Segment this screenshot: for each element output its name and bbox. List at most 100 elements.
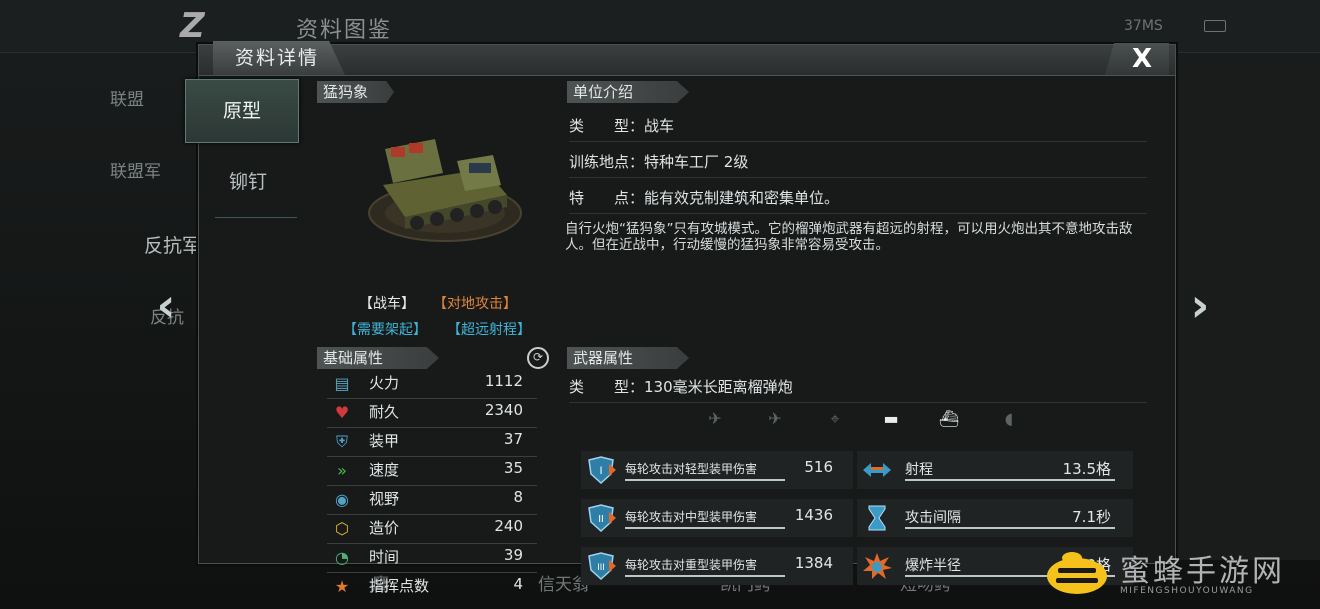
prop-underline	[905, 527, 1115, 529]
weapon-type-row: 类 型：130毫米长距离榴弹炮	[569, 372, 1147, 403]
training-place-value: 特种车工厂 2级	[644, 153, 749, 171]
feature-value: 能有效克制建筑和密集单位。	[644, 189, 840, 207]
shield-icon: ⛨	[335, 432, 348, 451]
stat-name: 速度	[369, 461, 400, 479]
unit-intro-header: 单位介绍	[567, 81, 689, 103]
damage-row-heavy: III 每轮攻击对重型装甲伤害 1384	[581, 547, 853, 585]
damage-underline	[625, 479, 785, 481]
sidebar-item-alliance-army[interactable]: 联盟军	[110, 152, 200, 192]
range-arrows-icon	[863, 463, 891, 477]
stat-row-vision: ◉ 视野 8	[327, 485, 537, 515]
unit-description: 自行火炮“猛犸象”只有攻城模式。它的榴弹炮武器有超远的射程，可以用火炮出其不意地…	[565, 221, 1133, 253]
stat-row-cost: ⬡ 造价 240	[327, 514, 537, 544]
next-arrow-icon[interactable]: ›	[1180, 280, 1220, 330]
ship-icon: ⛴	[938, 409, 960, 428]
tab-rivet[interactable]: 铆钉	[199, 151, 297, 213]
damage-row-light: I 每轮攻击对轻型装甲伤害 516	[581, 451, 853, 489]
svg-text:II: II	[598, 514, 604, 525]
svg-text:III: III	[597, 562, 605, 572]
stat-row-speed: » 速度 35	[327, 456, 537, 486]
helicopter-icon: ⌖	[830, 409, 840, 428]
unit-type-value: 战车	[644, 117, 675, 135]
battery-icon	[1204, 20, 1226, 32]
prop-row-interval: 攻击间隔 7.1秒	[857, 499, 1133, 537]
tag-deploy: 【需要架起】	[343, 322, 427, 338]
unit-type-label: 类 型：	[569, 117, 645, 135]
refresh-icon[interactable]: ⟳	[527, 347, 549, 369]
medium-armor-shield-icon: II	[588, 504, 616, 532]
fighter-jet-icon: ✈	[708, 409, 722, 428]
close-button[interactable]: X	[1105, 43, 1169, 75]
info-panel: 单位介绍 类 型：战车 训练地点：特种车工厂 2级 特 点：能有效克制建筑和密集…	[565, 79, 1169, 585]
prop-underline	[905, 479, 1115, 481]
prop-label: 攻击间隔	[905, 510, 961, 526]
watermark-subtext: MIFENGSHOUYOUWANG	[1120, 586, 1254, 596]
hourglass-icon	[868, 505, 886, 531]
prop-row-range: 射程 13.5格	[857, 451, 1133, 489]
prop-label: 射程	[905, 462, 933, 478]
unit-name: 猛犸象	[317, 81, 395, 103]
tab-divider	[215, 217, 297, 218]
screen-title: 资料图鉴	[296, 18, 393, 43]
bomber-icon: ✈	[768, 409, 782, 428]
stat-value: 2340	[484, 401, 523, 419]
chevrons-icon: »	[337, 461, 347, 480]
damage-value: 1436	[794, 506, 833, 524]
cube-icon: ⬡	[335, 519, 349, 538]
detail-dialog: 资料详情 X 原型 铆钉 猛犸象 【战车】 【对地攻击】 【需要架起】 【超远射…	[185, 41, 1176, 596]
explosion-icon	[863, 553, 892, 579]
tank-icon: ▬	[883, 409, 899, 428]
feature-label: 特 点：	[569, 189, 645, 207]
damage-underline	[625, 575, 785, 577]
dialog-titlebar: 资料详情 X	[199, 41, 1175, 76]
training-place-row: 训练地点：特种车工厂 2级	[569, 147, 1147, 178]
base-stats-header: 基础属性	[317, 347, 439, 369]
tag-long-range: 【超远射程】	[447, 322, 531, 338]
submarine-icon: ◖	[1004, 409, 1014, 428]
stat-value: 39	[503, 546, 523, 564]
stat-row-time: ◔ 时间 39	[327, 543, 537, 573]
stat-row-armor: ⛨ 装甲 37	[327, 427, 537, 457]
stat-value: 4	[513, 575, 523, 593]
stat-value: 35	[503, 459, 523, 477]
game-logo: Z	[180, 6, 205, 46]
unit-panel: 猛犸象 【战车】 【对地攻击】 【需要架起】 【超远射程】 基础属性 ⟳ ▤ 火…	[313, 79, 565, 596]
unit-type-row: 类 型：战车	[569, 111, 1147, 142]
target-icons: ✈ ✈ ⌖ ▬ ⛴ ◖	[695, 407, 1035, 433]
heart-icon: ♥	[334, 403, 350, 422]
damage-label: 每轮攻击对中型装甲伤害	[625, 510, 758, 524]
unit-model-image	[368, 139, 522, 242]
weapon-type-label: 类 型：	[569, 378, 645, 396]
stat-value: 1112	[484, 372, 523, 390]
network-status: 37MS	[1124, 18, 1163, 34]
weapon-type-value: 130毫米长距离榴弹炮	[644, 378, 793, 396]
bee-logo-icon	[1047, 552, 1107, 594]
damage-value: 1384	[794, 554, 833, 572]
stat-row-command: ★ 指挥点数 4	[327, 572, 537, 596]
stat-name: 火力	[369, 374, 400, 392]
prev-arrow-icon[interactable]: ‹	[146, 280, 186, 330]
damage-row-medium: II 每轮攻击对中型装甲伤害 1436	[581, 499, 853, 537]
stat-value: 37	[503, 430, 523, 448]
stat-name: 指挥点数	[369, 577, 430, 595]
prop-label: 爆炸半径	[905, 558, 961, 574]
light-armor-shield-icon: I	[588, 456, 616, 484]
tab-prototype[interactable]: 原型	[185, 79, 299, 143]
stat-value: 240	[494, 517, 523, 535]
stat-row-firepower: ▤ 火力 1112	[327, 369, 537, 399]
stat-name: 装甲	[369, 432, 400, 450]
bricks-icon: ▤	[334, 374, 350, 393]
stat-name: 耐久	[369, 403, 400, 421]
stat-name: 视野	[369, 490, 400, 508]
dialog-title: 资料详情	[213, 41, 346, 75]
damage-underline	[625, 527, 785, 529]
watermark-text: 蜜蜂手游网	[1120, 554, 1285, 589]
clock-icon: ◔	[335, 548, 349, 567]
training-place-label: 训练地点：	[569, 153, 645, 171]
damage-value: 516	[804, 458, 833, 476]
watermark: 蜜蜂手游网 MIFENGSHOUYOUWANG	[1042, 546, 1318, 606]
feature-row: 特 点：能有效克制建筑和密集单位。	[569, 183, 1147, 214]
stat-row-durability: ♥ 耐久 2340	[327, 398, 537, 428]
eye-icon: ◉	[335, 490, 349, 509]
stat-value: 8	[513, 488, 523, 506]
